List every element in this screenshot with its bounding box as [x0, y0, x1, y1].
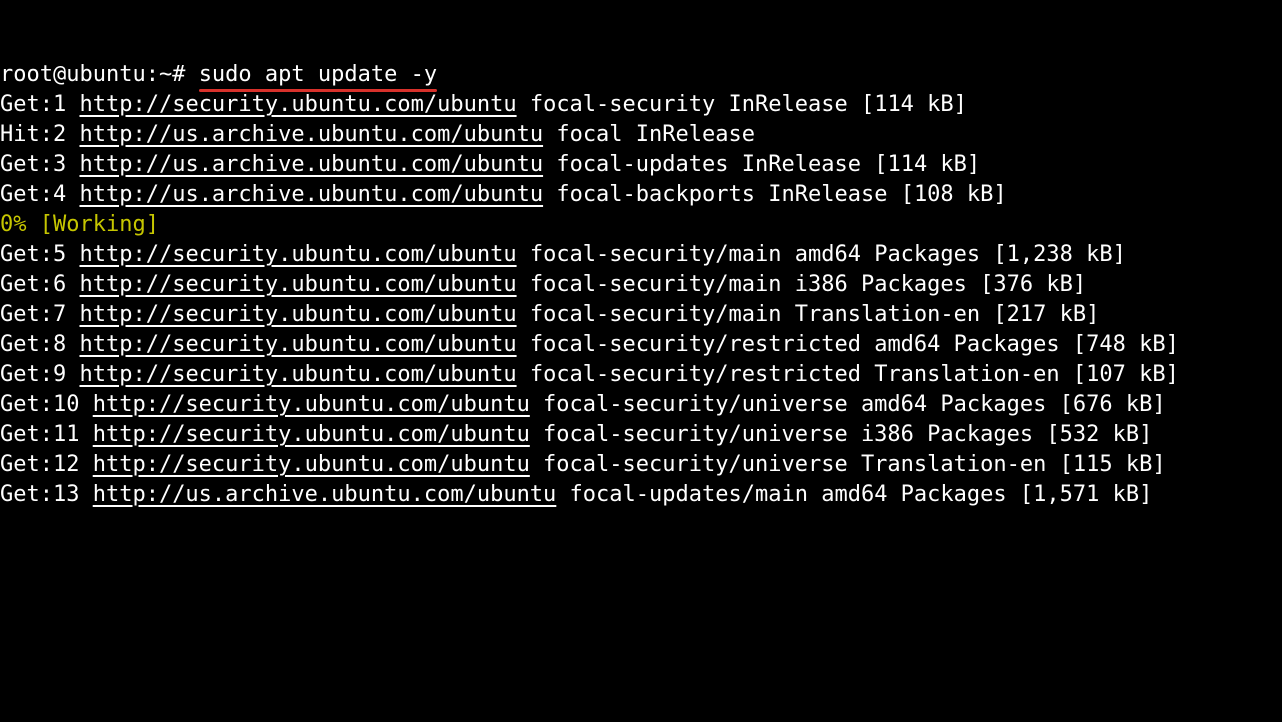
- repository-url[interactable]: http://security.ubuntu.com/ubuntu: [79, 332, 516, 357]
- output-line: Get:6 http://security.ubuntu.com/ubuntu …: [0, 270, 1282, 300]
- terminal-output[interactable]: root@ubuntu:~# sudo apt update -yGet:1 h…: [0, 0, 1282, 540]
- repository-url[interactable]: http://security.ubuntu.com/ubuntu: [79, 242, 516, 267]
- repository-url[interactable]: http://security.ubuntu.com/ubuntu: [79, 92, 516, 117]
- output-line: Get:8 http://security.ubuntu.com/ubuntu …: [0, 330, 1282, 360]
- line-prefix: Get:12: [0, 452, 93, 477]
- line-prefix: Get:3: [0, 152, 79, 177]
- repository-url[interactable]: http://us.archive.ubuntu.com/ubuntu: [79, 122, 543, 147]
- output-line: Get:13 http://us.archive.ubuntu.com/ubun…: [0, 480, 1282, 510]
- repository-url[interactable]: http://us.archive.ubuntu.com/ubuntu: [79, 152, 543, 177]
- output-line: 0% [Working]: [0, 210, 1282, 240]
- line-prefix: Get:4: [0, 182, 79, 207]
- line-suffix: focal-security/universe i386 Packages [5…: [530, 422, 1153, 447]
- repository-url[interactable]: http://security.ubuntu.com/ubuntu: [79, 302, 516, 327]
- line-prefix: Get:1: [0, 92, 79, 117]
- command-line: root@ubuntu:~# sudo apt update -y: [0, 60, 1282, 90]
- line-suffix: focal-security/restricted Translation-en…: [517, 362, 1179, 387]
- line-suffix: focal-security/main amd64 Packages [1,23…: [517, 242, 1126, 267]
- line-suffix: focal-security/universe amd64 Packages […: [530, 392, 1166, 417]
- output-line: Get:5 http://security.ubuntu.com/ubuntu …: [0, 240, 1282, 270]
- output-line: Get:7 http://security.ubuntu.com/ubuntu …: [0, 300, 1282, 330]
- output-line: Get:9 http://security.ubuntu.com/ubuntu …: [0, 360, 1282, 390]
- entered-command: sudo apt update -y: [199, 60, 437, 90]
- line-prefix: Get:7: [0, 302, 79, 327]
- line-prefix: Hit:2: [0, 122, 79, 147]
- output-line: Get:1 http://security.ubuntu.com/ubuntu …: [0, 90, 1282, 120]
- line-prefix: Get:9: [0, 362, 79, 387]
- repository-url[interactable]: http://security.ubuntu.com/ubuntu: [93, 422, 530, 447]
- repository-url[interactable]: http://security.ubuntu.com/ubuntu: [93, 452, 530, 477]
- line-prefix: Get:8: [0, 332, 79, 357]
- shell-prompt: root@ubuntu:~#: [0, 62, 199, 87]
- repository-url[interactable]: http://security.ubuntu.com/ubuntu: [93, 392, 530, 417]
- repository-url[interactable]: http://us.archive.ubuntu.com/ubuntu: [79, 182, 543, 207]
- line-prefix: Get:13: [0, 482, 93, 507]
- line-suffix: focal-updates/main amd64 Packages [1,571…: [556, 482, 1152, 507]
- line-suffix: focal-security/restricted amd64 Packages…: [517, 332, 1179, 357]
- line-prefix: Get:11: [0, 422, 93, 447]
- line-suffix: focal-security/main Translation-en [217 …: [517, 302, 1100, 327]
- line-suffix: focal-security/universe Translation-en […: [530, 452, 1166, 477]
- output-line: Get:10 http://security.ubuntu.com/ubuntu…: [0, 390, 1282, 420]
- output-line: Get:12 http://security.ubuntu.com/ubuntu…: [0, 450, 1282, 480]
- output-line: Get:11 http://security.ubuntu.com/ubuntu…: [0, 420, 1282, 450]
- repository-url[interactable]: http://us.archive.ubuntu.com/ubuntu: [93, 482, 557, 507]
- line-suffix: focal-backports InRelease [108 kB]: [543, 182, 1007, 207]
- line-prefix: Get:5: [0, 242, 79, 267]
- line-suffix: focal-updates InRelease [114 kB]: [543, 152, 980, 177]
- line-prefix: Get:10: [0, 392, 93, 417]
- repository-url[interactable]: http://security.ubuntu.com/ubuntu: [79, 362, 516, 387]
- output-line: Get:3 http://us.archive.ubuntu.com/ubunt…: [0, 150, 1282, 180]
- line-suffix: focal-security InRelease [114 kB]: [517, 92, 967, 117]
- line-suffix: focal InRelease: [543, 122, 755, 147]
- output-line: Get:4 http://us.archive.ubuntu.com/ubunt…: [0, 180, 1282, 210]
- line-prefix: Get:6: [0, 272, 79, 297]
- apt-status: 0% [Working]: [0, 212, 159, 237]
- line-suffix: focal-security/main i386 Packages [376 k…: [517, 272, 1087, 297]
- repository-url[interactable]: http://security.ubuntu.com/ubuntu: [79, 272, 516, 297]
- output-line: Hit:2 http://us.archive.ubuntu.com/ubunt…: [0, 120, 1282, 150]
